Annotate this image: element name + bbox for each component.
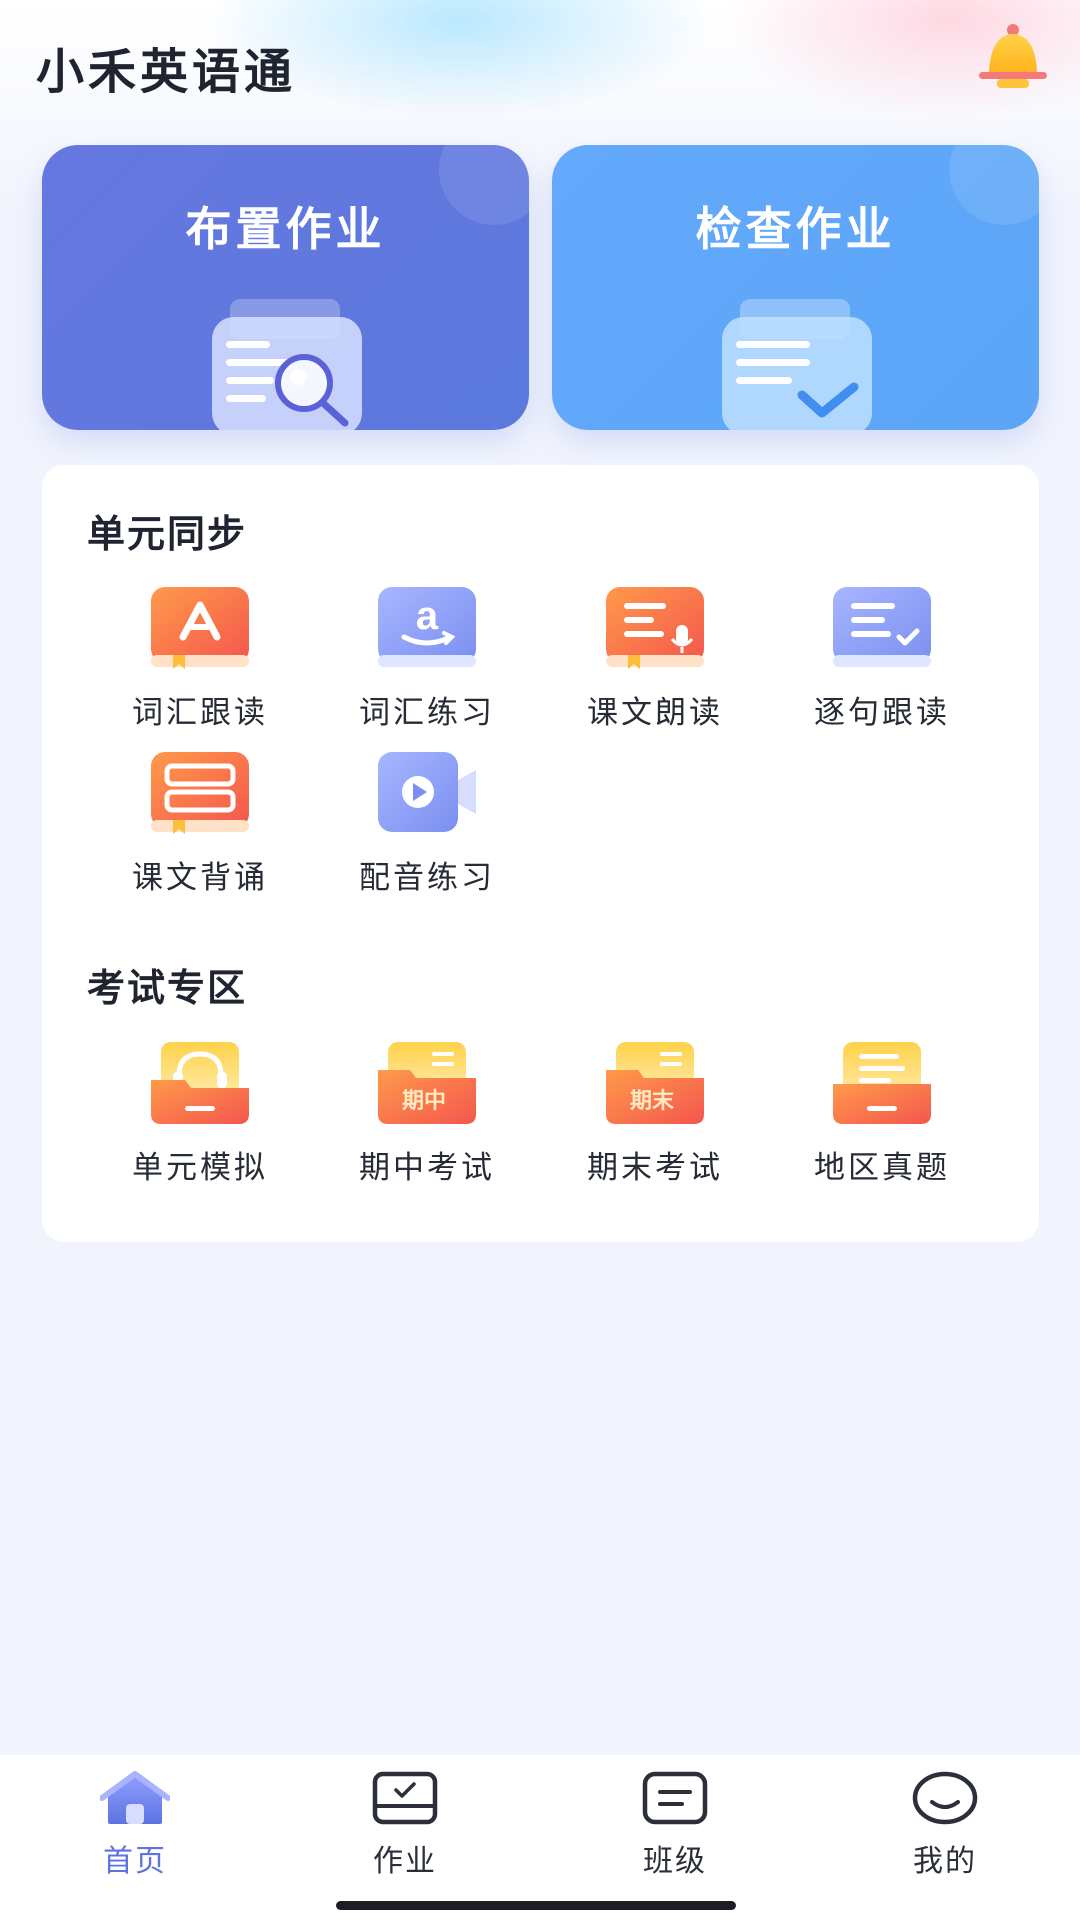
final-folder-icon: 期末 bbox=[606, 1042, 704, 1124]
item-label: 配音练习 bbox=[359, 860, 495, 896]
letter-a-book-icon bbox=[151, 587, 249, 669]
profile-icon bbox=[912, 1771, 978, 1825]
vocabulary-read-along-item[interactable]: 词汇跟读 bbox=[100, 585, 300, 735]
item-label: 期末考试 bbox=[587, 1150, 723, 1186]
final-badge: 期末 bbox=[630, 1089, 675, 1114]
assign-homework-label: 布置作业 bbox=[185, 202, 386, 256]
midterm-folder-icon: 期中 bbox=[378, 1042, 476, 1124]
regional-exam-papers-item[interactable]: 地区真题 bbox=[782, 1040, 982, 1190]
svg-text:a: a bbox=[416, 594, 439, 638]
text-reading-item[interactable]: 课文朗读 bbox=[555, 585, 755, 735]
vocabulary-practice-item[interactable]: a 词汇练习 bbox=[327, 585, 527, 735]
tab-homework[interactable]: 作业 bbox=[305, 1770, 505, 1880]
tab-label: 首页 bbox=[103, 1844, 167, 1879]
item-label: 期中考试 bbox=[359, 1150, 495, 1186]
bell-icon[interactable] bbox=[975, 22, 1051, 92]
dubbing-practice-item[interactable]: 配音练习 bbox=[327, 750, 527, 900]
item-label: 逐句跟读 bbox=[814, 695, 950, 731]
item-label: 课文朗读 bbox=[587, 695, 723, 731]
exam-zone-title: 考试专区 bbox=[87, 966, 248, 1010]
text-recitation-item[interactable]: 课文背诵 bbox=[100, 750, 300, 900]
tab-label: 我的 bbox=[913, 1844, 977, 1879]
midterm-badge: 期中 bbox=[402, 1089, 446, 1114]
text-microphone-icon bbox=[606, 587, 704, 669]
headphones-folder-icon bbox=[151, 1042, 249, 1124]
class-icon bbox=[642, 1771, 708, 1825]
item-label: 词汇练习 bbox=[359, 695, 495, 731]
text-recite-icon bbox=[151, 752, 249, 834]
document-check-icon bbox=[722, 299, 872, 430]
tab-label: 班级 bbox=[643, 1844, 707, 1879]
tab-class[interactable]: 班级 bbox=[575, 1770, 775, 1880]
homework-icon bbox=[372, 1771, 438, 1825]
sentence-read-along-item[interactable]: 逐句跟读 bbox=[782, 585, 982, 735]
item-label: 词汇跟读 bbox=[132, 695, 268, 731]
home-icon bbox=[100, 1771, 170, 1824]
tab-label: 作业 bbox=[373, 1844, 437, 1879]
unit-sync-title: 单元同步 bbox=[87, 512, 248, 556]
assign-homework-card[interactable]: 布置作业 bbox=[42, 145, 529, 430]
papers-folder-icon bbox=[833, 1042, 931, 1124]
final-exam-item[interactable]: 期末 期末考试 bbox=[555, 1040, 755, 1190]
app-title: 小禾英语通 bbox=[36, 44, 297, 100]
document-search-icon bbox=[212, 299, 362, 430]
bottom-tab-bar: 首页 作业 班级 我的 bbox=[0, 1755, 1080, 1920]
tab-home[interactable]: 首页 bbox=[35, 1770, 235, 1880]
unit-mock-exam-item[interactable]: 单元模拟 bbox=[100, 1040, 300, 1190]
item-label: 地区真题 bbox=[814, 1150, 950, 1186]
letter-a-smile-icon: a bbox=[378, 587, 476, 667]
check-homework-label: 检查作业 bbox=[695, 202, 896, 256]
check-homework-card[interactable]: 检查作业 bbox=[552, 145, 1039, 430]
midterm-exam-item[interactable]: 期中 期中考试 bbox=[327, 1040, 527, 1190]
item-label: 单元模拟 bbox=[132, 1150, 268, 1186]
item-label: 课文背诵 bbox=[132, 860, 268, 896]
home-indicator[interactable] bbox=[336, 1901, 736, 1910]
sentence-check-icon bbox=[833, 587, 931, 667]
tab-profile[interactable]: 我的 bbox=[845, 1770, 1045, 1880]
video-play-icon bbox=[378, 752, 476, 832]
